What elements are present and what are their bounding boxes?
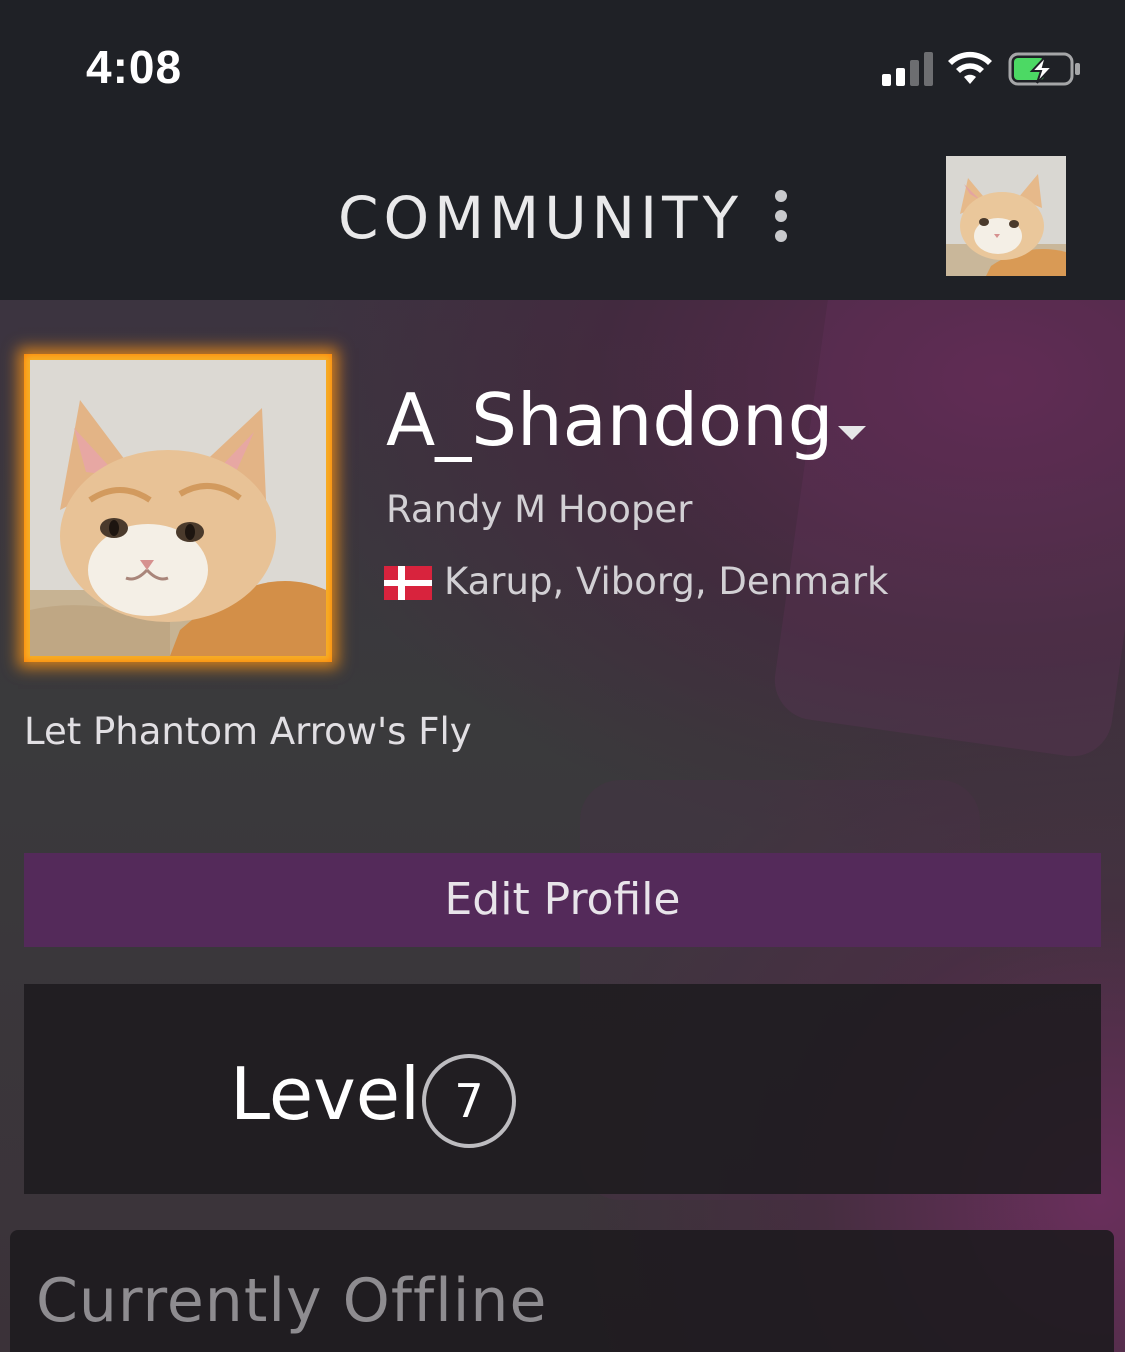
level-label: Level [230, 1052, 421, 1136]
display-name: A_Shandong [386, 378, 834, 462]
profile-avatar[interactable] [24, 354, 332, 662]
location: Karup, Viborg, Denmark [444, 560, 889, 603]
status-bar: 4:08 [0, 0, 1125, 130]
chevron-down-icon[interactable] [838, 426, 866, 440]
background-decoration [769, 300, 1125, 762]
battery-charging-icon [1008, 52, 1080, 86]
signal-icon [882, 52, 934, 86]
profile-summary: Let Phantom Arrow's Fly [24, 710, 472, 753]
denmark-flag-icon [384, 566, 432, 600]
app-header: COMMUNITY [0, 130, 1125, 300]
profile-section: A_Shandong Randy M Hooper Karup, Viborg,… [0, 300, 1125, 1352]
header-avatar[interactable] [946, 156, 1066, 276]
real-name: Randy M Hooper [386, 488, 693, 531]
online-status: Currently Offline [36, 1266, 548, 1336]
status-panel: Currently Offline [10, 1230, 1114, 1352]
status-time: 4:08 [86, 41, 183, 93]
level-badge: 7 [422, 1054, 516, 1148]
cat-avatar-image [30, 360, 326, 656]
more-vertical-icon[interactable] [770, 190, 792, 242]
cat-avatar-image [946, 156, 1066, 276]
level-panel[interactable]: Level 7 [24, 984, 1101, 1194]
wifi-icon [948, 51, 992, 84]
edit-profile-button[interactable]: Edit Profile [24, 853, 1101, 947]
